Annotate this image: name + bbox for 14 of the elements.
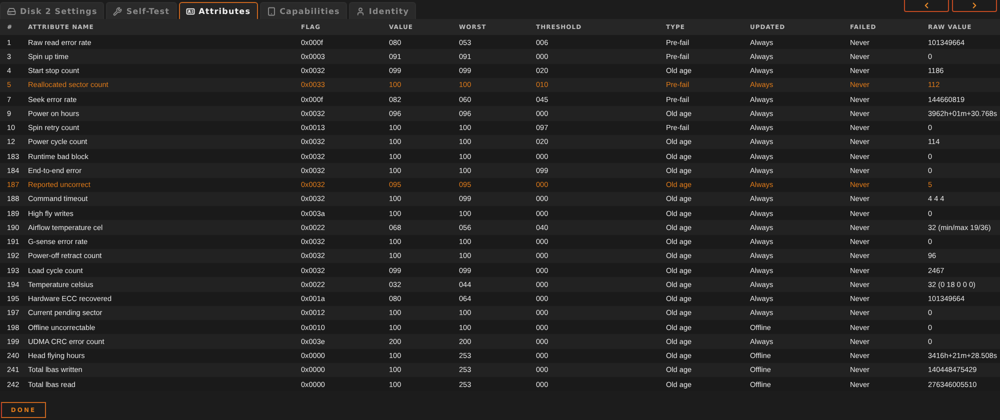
next-button[interactable] [952,0,997,12]
id-card-icon [186,6,195,16]
wrench-icon [113,6,122,16]
tab[interactable]: Disk 2 Settings [0,2,104,19]
tablet-icon [266,6,276,16]
chevron-left-icon [922,1,931,10]
tab[interactable]: Self-Test [106,2,177,19]
previous-button[interactable] [904,0,949,12]
person-icon [356,6,365,16]
tab[interactable]: Identity [348,2,416,19]
tab[interactable]: Attributes [178,2,258,19]
chevron-right-icon [970,1,979,10]
drive-icon [7,6,16,16]
tab[interactable]: Capabilities [260,2,347,19]
